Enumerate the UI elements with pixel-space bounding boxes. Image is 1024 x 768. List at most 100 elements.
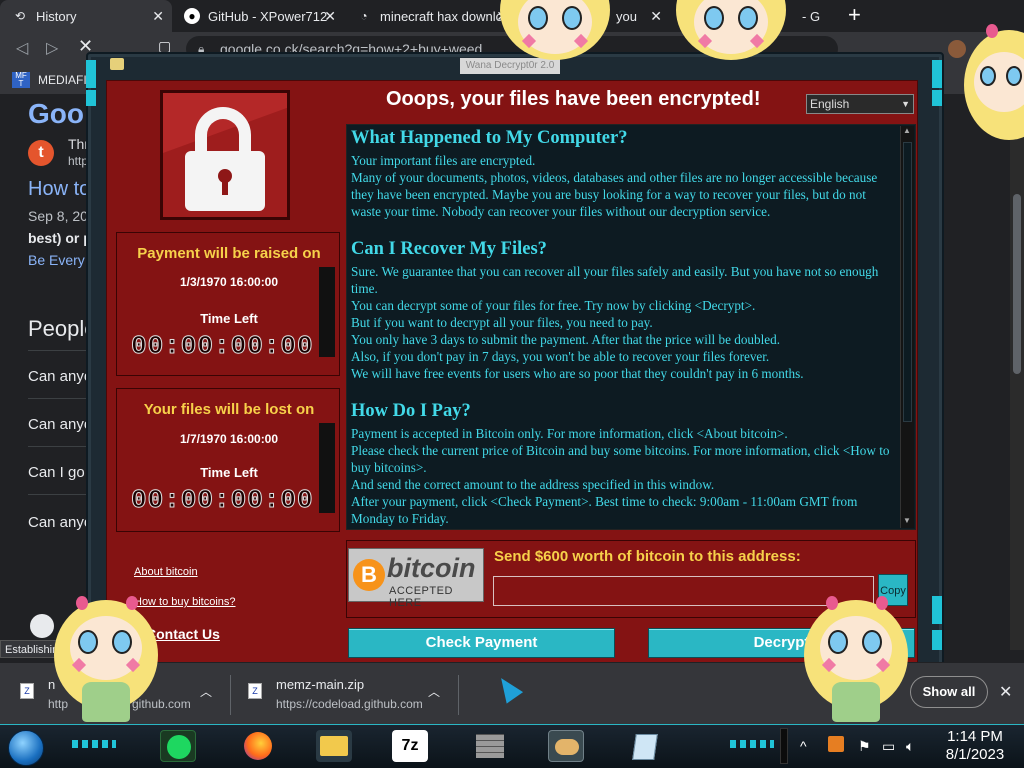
new-tab-button[interactable]: + xyxy=(848,4,861,26)
character-eye xyxy=(112,630,132,654)
start-button[interactable] xyxy=(8,730,44,766)
show-all-button[interactable]: Show all xyxy=(910,676,988,708)
question-item[interactable]: Can anyo xyxy=(28,416,92,433)
chevron-up-icon[interactable]: ^ xyxy=(800,738,807,754)
taskbar-accent xyxy=(730,740,774,748)
flag-icon[interactable]: ⚑ xyxy=(858,738,871,755)
show-desktop-edge[interactable] xyxy=(780,728,788,764)
download-filename: memz-main.zip xyxy=(276,677,365,692)
firefox-logo xyxy=(244,732,272,760)
time-left-label: Time Left xyxy=(200,311,258,326)
character-eye xyxy=(738,6,758,30)
time-left-label: Time Left xyxy=(200,465,258,480)
frame-accent xyxy=(932,596,942,624)
wall-icon[interactable] xyxy=(472,730,508,762)
frame-accent xyxy=(932,90,942,106)
close-icon[interactable]: ✕ xyxy=(152,8,164,25)
section-paragraph: Please check the current price of Bitcoi… xyxy=(351,443,890,475)
bookmark-mediafire[interactable]: MEDIAFI xyxy=(38,73,87,87)
question-item[interactable]: Can I go xyxy=(28,464,85,481)
taskbar-clock[interactable]: 1:14 PM 8/1/2023 xyxy=(930,728,1020,764)
file-explorer-icon[interactable] xyxy=(316,730,352,762)
character-sprite xyxy=(676,0,786,60)
close-icon[interactable]: ✕ xyxy=(650,8,662,25)
character-horn xyxy=(126,596,138,610)
divider xyxy=(458,675,459,715)
language-value: English xyxy=(810,97,850,111)
frame-accent xyxy=(86,90,96,106)
site-favicon xyxy=(30,614,54,638)
tab-minecraft[interactable]: ◔ minecraft hax downlo ✕ xyxy=(344,0,508,32)
character-eye xyxy=(562,6,582,30)
result-site-url: http xyxy=(68,154,89,168)
progress-bar xyxy=(319,267,335,357)
section-heading: Can I Recover My Files? xyxy=(351,239,547,259)
spotify-logo xyxy=(167,735,191,759)
tab-history[interactable]: ⟲ History ✕ xyxy=(0,0,172,32)
character-eye xyxy=(980,66,996,86)
clock-date: 8/1/2023 xyxy=(945,746,1005,763)
section-paragraph: But if you want to decrypt all your file… xyxy=(351,315,653,330)
close-icon[interactable]: ✕ xyxy=(999,682,1012,702)
tab-you[interactable]: you ✕ xyxy=(604,0,670,32)
taskbar-accent xyxy=(72,740,116,748)
character-horn xyxy=(826,596,838,610)
section-paragraph: And send the correct amount to the addre… xyxy=(351,477,715,492)
chevron-up-icon[interactable]: ︿ xyxy=(200,683,212,700)
section-paragraph: Your important files are encrypted. xyxy=(351,153,536,168)
scroll-up-icon[interactable]: ▲ xyxy=(903,126,911,135)
github-icon: ● xyxy=(184,8,200,24)
bitcoin-wordmark: bitcoin xyxy=(387,553,476,583)
close-icon[interactable]: ✕ xyxy=(324,8,336,25)
7zip-icon[interactable]: 7z xyxy=(392,730,428,762)
tab-google[interactable]: - G xyxy=(790,0,840,32)
character-eye xyxy=(1006,66,1022,86)
back-icon[interactable]: ◁ xyxy=(16,38,28,58)
character-sprite xyxy=(500,0,610,60)
character-body xyxy=(82,682,130,722)
network-icon[interactable]: ▭ xyxy=(882,738,895,755)
language-select[interactable]: English ▼ xyxy=(806,94,914,114)
countdown-timer: 00:00:00:00 xyxy=(131,331,314,362)
character-horn xyxy=(986,24,998,38)
volume-icon[interactable]: 🔈︎ xyxy=(906,738,914,755)
question-item[interactable]: Can anyo xyxy=(28,368,92,385)
chevron-up-icon[interactable]: ︿ xyxy=(428,683,440,700)
padlock-image xyxy=(160,90,290,220)
countdown-timer: 00:00:00:00 xyxy=(131,485,314,516)
character-eye xyxy=(704,6,724,30)
check-payment-button[interactable]: Check Payment xyxy=(348,628,615,658)
panel-title: Payment will be raised on xyxy=(137,245,321,262)
tab-label: GitHub - XPower712 xyxy=(208,8,328,24)
notepad-icon[interactable] xyxy=(628,730,664,762)
scrollbar-thumb[interactable] xyxy=(1013,194,1021,374)
scroll-down-icon[interactable]: ▼ xyxy=(903,516,911,525)
result-title-link[interactable]: How to xyxy=(28,178,90,201)
question-item[interactable]: Can anyo xyxy=(28,514,92,531)
page-scrollbar[interactable] xyxy=(1010,94,1024,650)
hands-shape xyxy=(555,739,579,755)
section-heading: What Happened to My Computer? xyxy=(351,128,628,148)
scrollbar-thumb[interactable] xyxy=(903,142,912,422)
window-app-icon xyxy=(110,58,124,70)
section-paragraph: Also, if you don't pay in 7 days, you wo… xyxy=(351,349,770,364)
forward-icon[interactable]: ▷ xyxy=(46,38,58,58)
firefox-icon[interactable] xyxy=(240,730,276,762)
bitcoin-logo: B bitcoin ACCEPTED HERE xyxy=(348,548,484,609)
spotify-icon[interactable] xyxy=(160,730,196,762)
tab-github[interactable]: ● GitHub - XPower712 ✕ xyxy=(172,0,344,32)
tray-app-icon[interactable] xyxy=(828,736,844,752)
frame-accent xyxy=(932,630,942,650)
download-item[interactable]: Z memz-main.zip https://codeload.github.… xyxy=(230,663,458,725)
window-title[interactable]: Wana Decrypt0r 2.0 xyxy=(460,58,560,74)
zip-file-icon: Z xyxy=(248,683,262,699)
tab-label: History xyxy=(36,8,77,24)
message-scrollbar[interactable]: ▲ ▼ xyxy=(900,126,914,528)
mediafire-icon: MF T xyxy=(12,72,30,88)
about-bitcoin-link[interactable]: About bitcoin xyxy=(134,566,198,578)
handshake-icon[interactable] xyxy=(548,730,584,762)
clock-time: 1:14 PM xyxy=(947,728,1003,745)
bitcoin-symbol-icon: B xyxy=(353,559,385,591)
google-logo[interactable]: Goo xyxy=(28,98,84,130)
section-paragraph: You can decrypt some of your files for f… xyxy=(351,298,756,313)
